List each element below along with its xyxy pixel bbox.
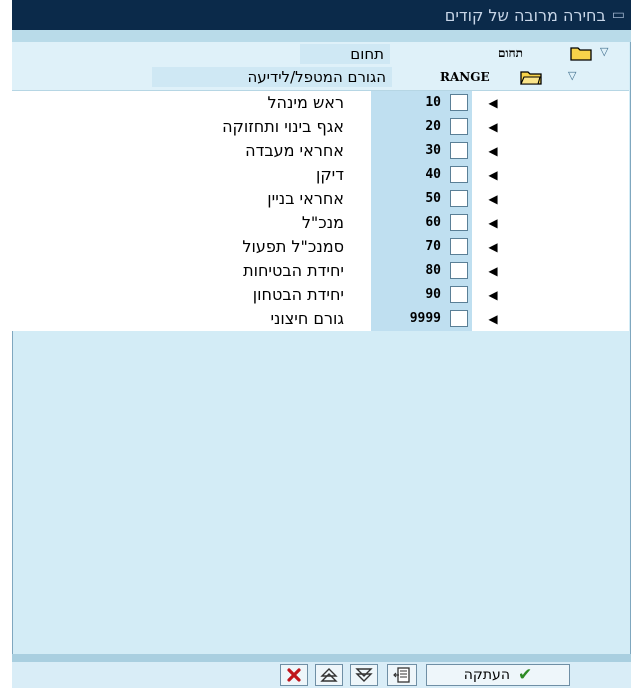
item-checkbox[interactable]: [450, 310, 468, 327]
window-title: בחירה מרובה של קודים: [444, 5, 606, 25]
item-checkbox[interactable]: [450, 214, 468, 231]
item-code: 60: [425, 215, 441, 230]
footer-band: [12, 654, 631, 662]
item-label: סמנכ"ל תפעול: [242, 237, 344, 256]
collapse-triangle-icon[interactable]: ▽: [568, 69, 576, 82]
item-code: 70: [425, 239, 441, 254]
item-checkbox[interactable]: [450, 94, 468, 111]
item-code: 30: [425, 143, 441, 158]
open-folder-icon: [520, 71, 542, 85]
item-checkbox[interactable]: [450, 118, 468, 135]
item-checkbox[interactable]: [450, 190, 468, 207]
expand-arrow-icon[interactable]: ◀: [486, 235, 500, 259]
copy-button-label: העתקה: [463, 667, 510, 683]
expand-arrow-icon[interactable]: ◀: [486, 187, 500, 211]
item-label: ראש מינהל: [267, 93, 344, 112]
item-checkbox[interactable]: [450, 286, 468, 303]
expand-arrow-icon[interactable]: ◀: [486, 139, 500, 163]
expand-arrow-icon[interactable]: ◀: [486, 211, 500, 235]
tree-header-level1: תחום תחום ▽: [12, 42, 629, 65]
level2-text: הגורם המטפל/לידיעה: [152, 67, 392, 87]
collapse-triangle-icon[interactable]: ▽: [600, 45, 608, 58]
item-label: אחראי מעבדה: [245, 141, 344, 160]
list-item: סמנכ"ל תפעול 70 ◀: [12, 235, 629, 259]
checkmark-icon: ✔: [517, 665, 533, 685]
item-code: 10: [425, 95, 441, 110]
select-all-button[interactable]: [387, 664, 417, 686]
folder-icon: [570, 47, 592, 61]
expand-arrow-icon[interactable]: ◀: [486, 163, 500, 187]
list-item: אגף בינוי ותחזוקה 20 ◀: [12, 115, 629, 139]
level1-text: תחום: [300, 44, 390, 64]
item-code: 20: [425, 119, 441, 134]
level1-code: תחום: [498, 46, 523, 60]
list-item: אחראי מעבדה 30 ◀: [12, 139, 629, 163]
expand-all-icon: [355, 668, 373, 682]
collapse-all-button[interactable]: [315, 664, 343, 686]
expand-arrow-icon[interactable]: ◀: [486, 307, 500, 331]
list-item: גורם חיצוני 9999 ◀: [12, 307, 629, 331]
expand-all-button[interactable]: [350, 664, 378, 686]
item-label: יחידת הבטיחות: [243, 261, 344, 280]
level2-code: RANGE: [440, 70, 490, 84]
cancel-button[interactable]: [280, 664, 308, 686]
expand-arrow-icon[interactable]: ◀: [486, 115, 500, 139]
doc-icon: ▭: [611, 7, 625, 23]
item-label: דיקן: [315, 165, 344, 184]
item-checkbox[interactable]: [450, 142, 468, 159]
item-code: 90: [425, 287, 441, 302]
list-item: יחידת הבטיחות 80 ◀: [12, 259, 629, 283]
list-item: ראש מינהל 10 ◀: [12, 91, 629, 115]
item-checkbox[interactable]: [450, 238, 468, 255]
select-all-icon: [393, 667, 410, 683]
list-item: אחראי בניין 50 ◀: [12, 187, 629, 211]
code-rows: ראש מינהל 10 ◀ אגף בינוי ותחזוקה 20 ◀ אח…: [12, 91, 629, 331]
expand-arrow-icon[interactable]: ◀: [486, 259, 500, 283]
item-label: אגף בינוי ותחזוקה: [222, 117, 344, 136]
item-label: מנכ"ל: [301, 213, 344, 232]
tree-header-level2: הגורם המטפל/לידיעה RANGE ▽: [12, 65, 629, 91]
item-code: 80: [425, 263, 441, 278]
expand-arrow-icon[interactable]: ◀: [486, 283, 500, 307]
copy-button[interactable]: ✔ העתקה: [426, 664, 570, 686]
item-label: אחראי בניין: [267, 189, 344, 208]
item-code: 50: [425, 191, 441, 206]
cancel-x-icon: [287, 668, 301, 682]
item-code: 9999: [409, 311, 441, 326]
collapse-all-icon: [320, 668, 338, 682]
window-title-bar: ▭ בחירה מרובה של קודים: [12, 0, 631, 30]
item-label: יחידת הבטחון: [252, 285, 344, 304]
item-checkbox[interactable]: [450, 262, 468, 279]
item-label: גורם חיצוני: [270, 309, 344, 328]
item-code: 40: [425, 167, 441, 182]
item-checkbox[interactable]: [450, 166, 468, 183]
list-item: דיקן 40 ◀: [12, 163, 629, 187]
expand-arrow-icon[interactable]: ◀: [486, 91, 500, 115]
list-item: יחידת הבטחון 90 ◀: [12, 283, 629, 307]
list-item: מנכ"ל 60 ◀: [12, 211, 629, 235]
toolbar-band: [12, 30, 631, 42]
